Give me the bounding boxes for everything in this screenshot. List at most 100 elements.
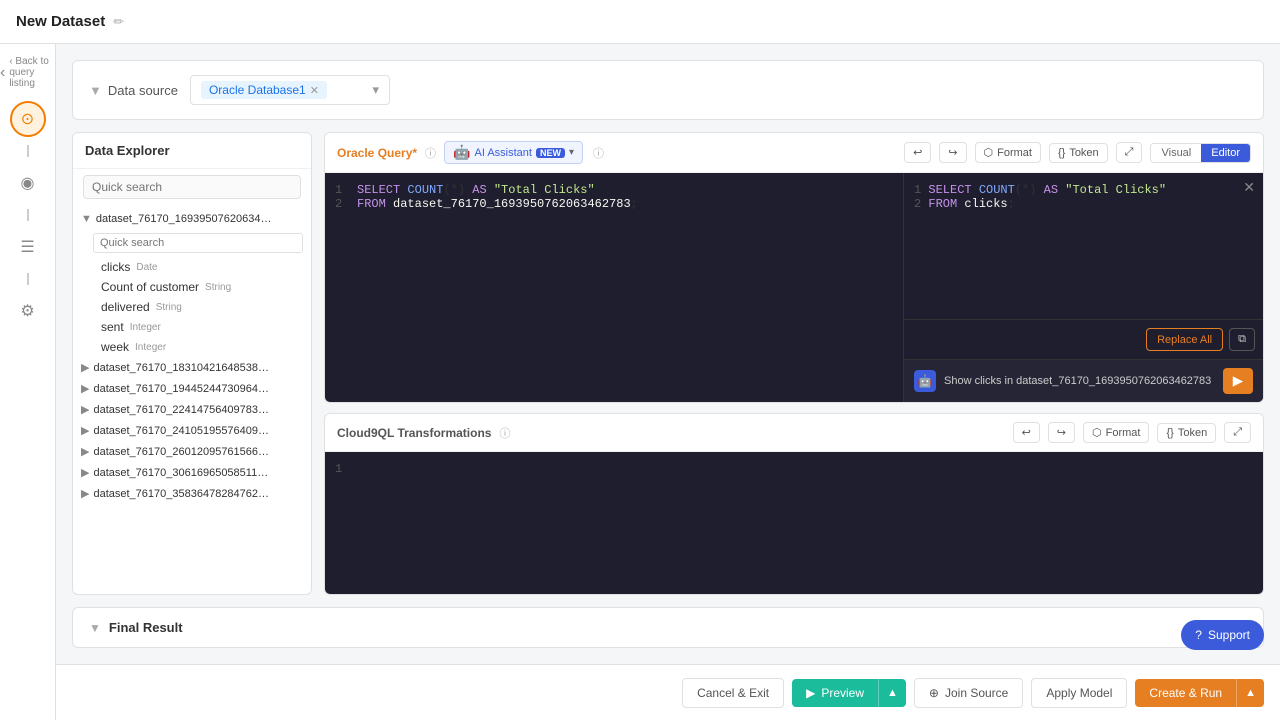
datasource-dropdown-icon[interactable]: ▾ (372, 82, 379, 98)
create-run-button[interactable]: Create & Run (1135, 679, 1236, 707)
tree-field-delivered[interactable]: delivered String (73, 297, 311, 317)
copy-button[interactable]: ⧉ (1229, 328, 1255, 351)
tree-group-name-3: dataset_76170_2241475640978348339 (93, 404, 273, 416)
join-source-button[interactable]: ⊕ Join Source (914, 678, 1023, 708)
cloud9-token-icon: {} (1166, 427, 1173, 439)
tree-field-clicks[interactable]: clicks Date (73, 257, 311, 277)
ai-help-icon[interactable]: ⓘ (593, 145, 604, 161)
ai-code-line-1: 1 SELECT COUNT(*) AS "Total Clicks" (914, 183, 1253, 197)
oracle-body: 1 SELECT COUNT(*) AS "Total Clicks" 2 FR… (325, 173, 1263, 402)
datasource-chevron-icon[interactable]: ▼ (89, 83, 102, 98)
tree-sub-search-input-0[interactable] (93, 233, 303, 253)
back-link[interactable]: ‹ Back to query listing (0, 56, 55, 89)
cloud9-format-icon: ⬡ (1092, 426, 1102, 439)
final-result-title: Final Result (109, 620, 183, 635)
explorer-search-area (73, 169, 311, 205)
replace-all-button[interactable]: Replace All (1146, 328, 1223, 351)
tree-group-3: ▶ dataset_76170_2241475640978348339 (73, 399, 311, 420)
datasource-tag: Oracle Database1 ✕ (201, 81, 327, 99)
cloud9-token-button[interactable]: {} Token (1157, 423, 1216, 443)
preview-button[interactable]: ▶ Preview (792, 679, 878, 707)
datasource-label-text: Data source (108, 83, 178, 98)
tree-group-2: ▶ dataset_76170_1944524473096426776 (73, 378, 311, 399)
tree-group-header-3[interactable]: ▶ dataset_76170_2241475640978348339 (73, 399, 311, 420)
format-button[interactable]: ⬡ Format (975, 142, 1041, 163)
tree-group-header-2[interactable]: ▶ dataset_76170_1944524473096426776 (73, 378, 311, 399)
tree-group-name-2: dataset_76170_1944524473096426776 (93, 383, 273, 395)
database-nav-icon[interactable]: ⊙ (10, 101, 46, 137)
preview-chevron-button[interactable]: ▲ (878, 679, 906, 707)
ai-panel-close-icon[interactable]: ✕ (1243, 179, 1255, 196)
tree-area: ▼ dataset_76170_1693950762063462783 clic… (73, 205, 311, 594)
tree-collapse-icon-5: ▶ (81, 445, 89, 458)
visual-view-button[interactable]: Visual (1151, 144, 1201, 162)
ai-go-button[interactable]: ▶ (1223, 368, 1253, 394)
tree-group-header-4[interactable]: ▶ dataset_76170_2410519557640938368 (73, 420, 311, 441)
preview-group: ▶ Preview ▲ (792, 679, 906, 707)
token-icon: {} (1058, 147, 1065, 159)
datasource-select[interactable]: Oracle Database1 ✕ ▾ (190, 75, 390, 105)
tree-group-header-6[interactable]: ▶ dataset_76170_3061696505851194334 (73, 462, 311, 483)
cloud9-undo-button[interactable]: ↩ (1013, 422, 1040, 443)
ai-panel-actions: Replace All ⧉ (904, 319, 1263, 359)
datasource-remove-icon[interactable]: ✕ (310, 84, 319, 97)
oracle-code-editor[interactable]: 1 SELECT COUNT(*) AS "Total Clicks" 2 FR… (325, 173, 903, 402)
ai-assistant-label: AI Assistant (474, 147, 531, 159)
ai-suggestion-text: Show clicks in dataset_76170_16939507620… (944, 375, 1215, 387)
tree-sub-search-0 (73, 229, 311, 257)
ai-assistant-badge[interactable]: 🤖 AI Assistant NEW ▾ (444, 141, 583, 164)
oracle-header: Oracle Query* ⓘ 🤖 AI Assistant NEW ▾ ⓘ (325, 133, 1263, 173)
editor-view-button[interactable]: Editor (1201, 144, 1250, 162)
data-source-label: ▼ Data source (89, 83, 178, 98)
ai-suggestion-bar: 🤖 Show clicks in dataset_76170_169395076… (904, 359, 1263, 402)
tree-field-count[interactable]: Count of customer String (73, 277, 311, 297)
tree-group-header-7[interactable]: ▶ dataset_76170_3583647828476284982 (73, 483, 311, 504)
cloud9-help-icon[interactable]: ⓘ (499, 425, 510, 441)
tree-group-name-4: dataset_76170_2410519557640938368 (93, 425, 273, 437)
tree-group-4: ▶ dataset_76170_2410519557640938368 (73, 420, 311, 441)
final-result-chevron-icon[interactable]: ▼ (89, 621, 101, 635)
eye-nav-icon[interactable]: ◉ (10, 165, 46, 201)
oracle-help-icon[interactable]: ⓘ (425, 145, 436, 161)
expand-button[interactable]: ⤢ (1116, 142, 1143, 163)
tree-field-sent[interactable]: sent Integer (73, 317, 311, 337)
cloud9-expand-button[interactable]: ⤢ (1224, 422, 1251, 443)
cloud9-format-button[interactable]: ⬡ Format (1083, 422, 1149, 443)
token-button[interactable]: {} Token (1049, 143, 1108, 163)
tree-collapse-icon-3: ▶ (81, 403, 89, 416)
page-title: New Dataset (16, 13, 105, 30)
tree-collapse-icon-7: ▶ (81, 487, 89, 500)
cloud9-redo-button[interactable]: ↪ (1048, 422, 1075, 443)
oracle-query-box: Oracle Query* ⓘ 🤖 AI Assistant NEW ▾ ⓘ (324, 132, 1264, 403)
apply-model-button[interactable]: Apply Model (1031, 678, 1127, 708)
ai-new-tag: NEW (536, 148, 565, 158)
tree-group-header-5[interactable]: ▶ dataset_76170_2601209576156699966 (73, 441, 311, 462)
gear-nav-icon[interactable]: ⚙ (10, 293, 46, 329)
support-button[interactable]: ? Support (1181, 620, 1264, 650)
tree-collapse-icon-4: ▶ (81, 424, 89, 437)
tree-field-week[interactable]: week Integer (73, 337, 311, 357)
cancel-exit-button[interactable]: Cancel & Exit (682, 678, 784, 708)
redo-button[interactable]: ↪ (939, 142, 966, 163)
join-source-plus-icon: ⊕ (929, 686, 939, 700)
list-nav-icon[interactable]: ☰ (10, 229, 46, 265)
tree-group-name-6: dataset_76170_3061696505851194334 (93, 467, 273, 479)
ai-chevron-icon[interactable]: ▾ (569, 147, 574, 158)
code-line-1: 1 SELECT COUNT(*) AS "Total Clicks" (335, 183, 893, 197)
create-run-chevron-button[interactable]: ▲ (1236, 679, 1264, 707)
tree-group-header-1[interactable]: ▶ dataset_76170_1831042164853867791 (73, 357, 311, 378)
tree-group-5: ▶ dataset_76170_2601209576156699966 (73, 441, 311, 462)
code-line-2: 2 FROM dataset_76170_1693950762063462783… (335, 197, 893, 211)
cloud9-editor[interactable]: 1 (325, 452, 1263, 594)
ai-code-line-2: 2 FROM clicks; (914, 197, 1253, 211)
main-layout: ‹ Back to query listing ⊙ ◉ ☰ ⚙ ▼ Data s… (0, 44, 1280, 720)
tree-group-6: ▶ dataset_76170_3061696505851194334 (73, 462, 311, 483)
create-run-group: Create & Run ▲ (1135, 679, 1264, 707)
explorer-search-input[interactable] (83, 175, 301, 199)
preview-play-icon: ▶ (806, 686, 815, 700)
content-area: ▼ Data source Oracle Database1 ✕ ▾ Data … (56, 44, 1280, 720)
tree-group-header-0[interactable]: ▼ dataset_76170_1693950762063462783 (73, 209, 311, 229)
cloud9-box: Cloud9QL Transformations ⓘ ↩ ↪ ⬡ Format … (324, 413, 1264, 595)
edit-icon[interactable]: ✏ (113, 14, 124, 30)
undo-button[interactable]: ↩ (904, 142, 931, 163)
